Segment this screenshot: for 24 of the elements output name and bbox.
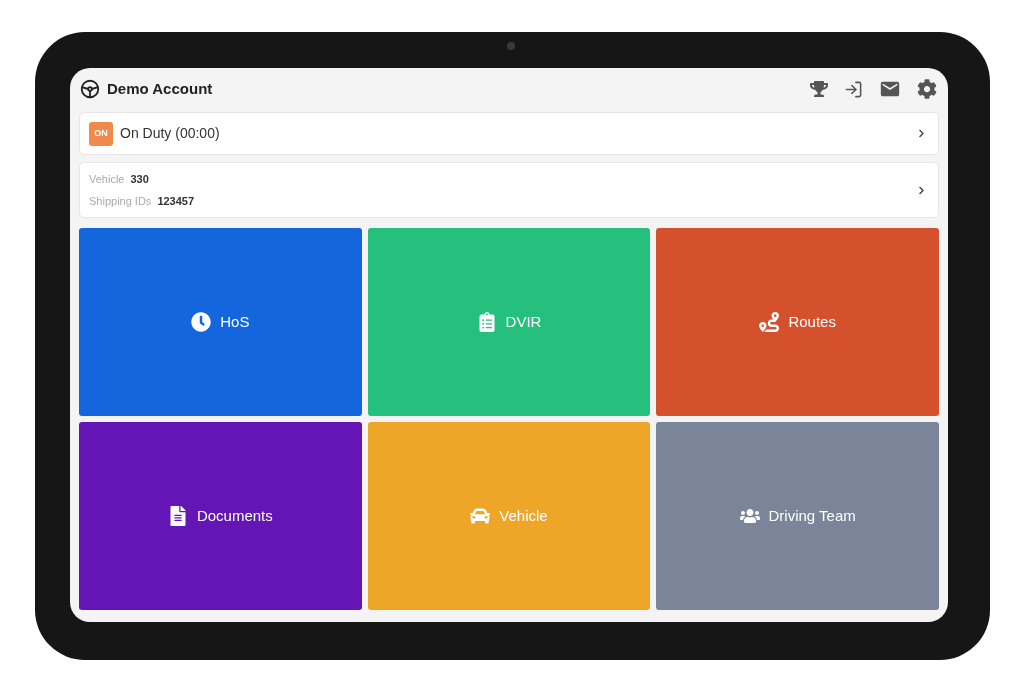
trophy-icon[interactable] — [810, 80, 828, 98]
status-badge: ON — [89, 121, 113, 146]
module-tile[interactable]: Documents — [79, 422, 362, 610]
module-tile[interactable]: HoS — [79, 228, 362, 416]
module-tile[interactable]: Routes — [656, 228, 939, 416]
duty-status: On Duty (00:00) — [120, 124, 220, 143]
login-icon[interactable] — [844, 79, 863, 99]
detail-label: Vehicle — [89, 171, 125, 187]
steering-wheel-icon — [79, 78, 101, 100]
chevron-icon — [917, 129, 926, 138]
clock-icon — [191, 312, 212, 332]
camera-lens — [507, 42, 515, 50]
account-name: Demo Account — [107, 78, 213, 99]
people-icon — [739, 506, 760, 526]
detail-label: Shipping IDs — [89, 194, 152, 209]
detail-value: 123457 — [157, 194, 195, 209]
vehicle-details-row[interactable]: Vehicle 330 Shipping IDs 123457 — [79, 162, 939, 218]
duty-status-row[interactable]: ON On Duty (00:00) — [79, 112, 939, 155]
route-icon — [759, 312, 780, 332]
settings-icon[interactable] — [917, 79, 937, 99]
car-icon — [470, 506, 491, 526]
chevron-icon — [917, 185, 926, 195]
module-tile[interactable]: Driving Team — [656, 422, 939, 610]
detail-value: 330 — [130, 171, 149, 187]
